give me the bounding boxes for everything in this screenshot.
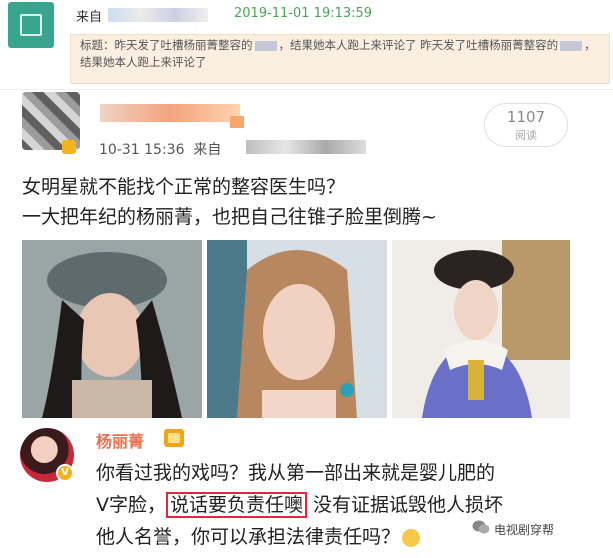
vip-icon	[230, 116, 244, 128]
reply-line-3-text: 他人名誉，你可以承担法律责任吗？	[96, 526, 401, 548]
quote-text: 标题：昨天发了吐槽杨丽菁整容的 ，结果她本人跑上来评论了 昨天发了吐槽杨丽菁整容的…	[80, 37, 605, 71]
highlighted-phrase: 说话要负责任噢	[166, 492, 308, 518]
reply-line-1: 你看过我的戏吗？我从第一部出来就是婴儿肥的	[96, 462, 496, 484]
photo-3[interactable]	[392, 240, 570, 418]
photo-1[interactable]	[22, 240, 202, 418]
reply-username[interactable]: 杨丽菁	[96, 428, 144, 452]
emoji-icon	[402, 528, 421, 547]
post-line-1: 女明星就不能找个正常的整容医生吗？	[22, 176, 346, 198]
reply-line-2: V字脸， 说话要负责任噢 没有证据诋毁他人损坏	[96, 489, 503, 521]
repost-timestamp: 2019-11-01 19:13:59	[234, 6, 373, 21]
wechat-icon	[472, 520, 490, 534]
divider	[0, 89, 613, 90]
post-body: 女明星就不能找个正常的整容医生吗？ 一大把年纪的杨丽菁，也把自己往锥子脸里倒腾~	[22, 172, 437, 232]
blurred-source	[108, 8, 208, 22]
quote-prefix: 标题：	[80, 38, 115, 52]
redacted-block	[254, 40, 277, 51]
blurred-device	[246, 140, 366, 154]
watermark: 电视剧穿帮	[494, 523, 555, 537]
post-date: 10-31 15:36 来自	[99, 139, 221, 159]
post-date-value: 10-31 15:36	[99, 142, 185, 158]
redacted-block	[560, 40, 583, 51]
crown-icon-inner	[168, 433, 180, 443]
blurred-username[interactable]	[100, 104, 240, 122]
photo-2[interactable]	[207, 240, 387, 418]
badge-icon	[62, 140, 76, 154]
reply-body: 你看过我的戏吗？我从第一部出来就是婴儿肥的 V字脸， 说话要负责任噢 没有证据诋毁…	[96, 457, 503, 553]
post-from-label: 来自	[193, 142, 222, 158]
quote-part1: 昨天发了吐槽杨丽菁整容的	[114, 38, 253, 52]
read-count: 1107	[506, 108, 546, 126]
read-label: 阅读	[515, 129, 537, 142]
verified-badge-icon: V	[56, 464, 74, 482]
quote-part2: ，结果她本人跑上来评论了 昨天发了吐槽杨丽菁整容的	[278, 38, 559, 52]
photo-3-art	[392, 240, 570, 418]
reply-line-3: 他人名誉，你可以承担法律责任吗？	[96, 521, 503, 553]
reply-line-2-pre: V字脸，	[96, 494, 166, 516]
photo-1-art	[22, 240, 202, 418]
reply-line-2-post: 没有证据诋毁他人损坏	[307, 494, 504, 516]
app-logo-icon[interactable]	[8, 2, 54, 48]
post-line-2: 一大把年纪的杨丽菁，也把自己往锥子脸里倒腾~	[22, 206, 437, 228]
photo-2-art	[207, 240, 387, 418]
repost-from-label: 来自	[76, 10, 103, 25]
